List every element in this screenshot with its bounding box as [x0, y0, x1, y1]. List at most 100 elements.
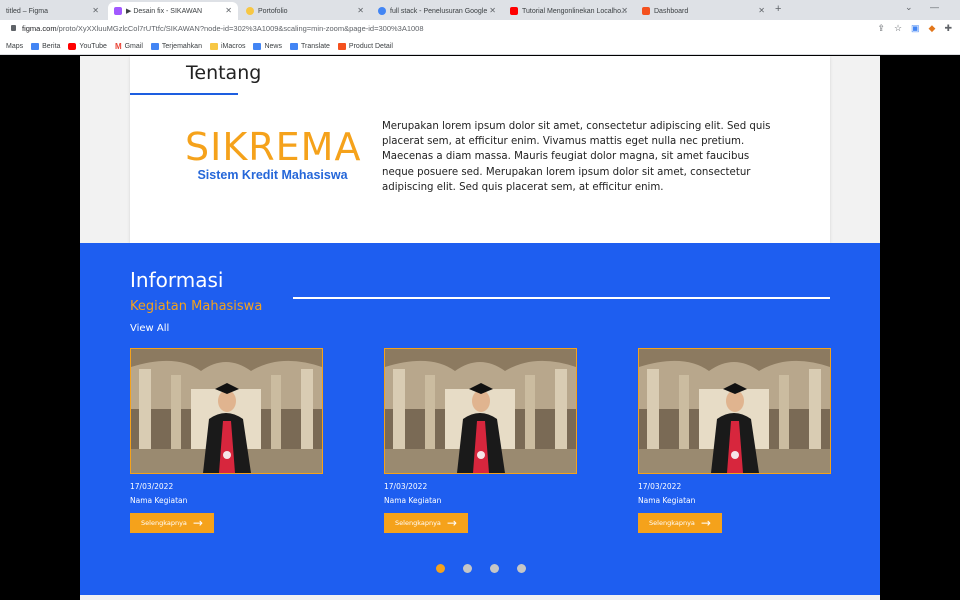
close-icon[interactable]: ✕	[225, 6, 232, 15]
button-label: Selengkapnya	[649, 519, 695, 527]
tab-tutorial[interactable]: Tutorial Mengonlinekan Localho... ✕	[504, 2, 634, 20]
translate-icon	[290, 42, 298, 50]
tab-label: titled – Figma	[6, 7, 49, 15]
selengkapnya-button[interactable]: Selengkapnya →	[638, 513, 722, 533]
share-icon[interactable]: ⇪	[877, 23, 885, 34]
informasi-section: Informasi Kegiatan Mahasiswa View All 17…	[80, 243, 880, 595]
new-tab-icon[interactable]: +	[775, 3, 781, 15]
bookmark-product-detail[interactable]: Product Detail	[337, 42, 393, 50]
translate-icon[interactable]: ▣	[911, 23, 920, 34]
carousel-dot[interactable]	[490, 564, 499, 573]
news-icon	[253, 42, 262, 50]
footer-edge	[80, 595, 880, 600]
event-card: 17/03/2022 Nama Kegiatan Selengkapnya →	[130, 348, 323, 533]
translate-icon	[150, 42, 159, 50]
bookmark-label: Gmail	[124, 42, 143, 50]
tab-label: ▶ Desain fix - SIKAWAN	[126, 8, 203, 15]
google-icon	[378, 7, 386, 15]
chevron-down-icon[interactable]: ⌄	[905, 2, 913, 13]
graduate-photo	[384, 348, 577, 474]
close-icon[interactable]: ✕	[489, 6, 496, 15]
event-card: 17/03/2022 Nama Kegiatan Selengkapnya →	[638, 348, 831, 533]
carousel-dot[interactable]	[517, 564, 526, 573]
bookmark-gmail[interactable]: M Gmail	[115, 42, 143, 51]
graduate-photo	[638, 348, 831, 474]
page-frame: Tentang SIKREMA Sistem Kredit Mahasiswa …	[80, 56, 880, 600]
bookmark-label: News	[264, 42, 282, 50]
puzzle-icon[interactable]: ✚	[944, 23, 952, 34]
bookmarks-bar: Maps Berita YouTube M Gmail Terjemahkan i…	[0, 38, 960, 55]
url-host: figma.com	[22, 24, 57, 33]
informasi-subtitle: Kegiatan Mahasiswa	[130, 299, 263, 314]
youtube-icon	[510, 7, 518, 15]
event-name: Nama Kegiatan	[384, 496, 442, 505]
tab-google[interactable]: full stack - Penelusuran Google ✕	[372, 2, 502, 20]
gmail-icon: M	[114, 41, 122, 51]
bookmark-label: Terjemahkan	[161, 42, 202, 50]
url-path: /proto/XyXXluuMGzlcCol7rUTtfc/SIKAWAN?no…	[56, 24, 424, 33]
close-icon[interactable]: ✕	[92, 6, 99, 15]
url-text[interactable]: figma.com/proto/XyXXluuMGzlcCol7rUTtfc/S…	[22, 24, 424, 33]
tab-label: Portofolio	[258, 7, 288, 15]
event-date: 17/03/2022	[384, 482, 428, 491]
close-icon[interactable]: ✕	[758, 6, 765, 15]
news-icon	[31, 42, 40, 50]
address-bar[interactable]: figma.com/proto/XyXXluuMGzlcCol7rUTtfc/S…	[0, 20, 960, 38]
event-date: 17/03/2022	[638, 482, 682, 491]
close-icon[interactable]: ✕	[621, 6, 628, 15]
figma-prototype-viewport: Tentang SIKREMA Sistem Kredit Mahasiswa …	[0, 56, 960, 600]
carousel-dots	[436, 564, 526, 573]
carousel-dot-active[interactable]	[436, 564, 445, 573]
arrow-right-icon: →	[192, 516, 203, 530]
bookmark-berita[interactable]: Berita	[31, 42, 61, 50]
tab-label: full stack - Penelusuran Google	[390, 7, 488, 15]
event-card: 17/03/2022 Nama Kegiatan Selengkapnya →	[384, 348, 577, 533]
dashboard-icon	[642, 7, 650, 15]
bookmark-imacros[interactable]: iMacros	[209, 42, 246, 50]
lock-icon	[11, 25, 16, 31]
bookmark-terjemahkan[interactable]: Terjemahkan	[150, 42, 202, 50]
address-bar-icons: ⇪ ☆ ▣ ◆ ✚	[877, 23, 952, 34]
title-underline	[130, 93, 238, 95]
arrow-right-icon: →	[446, 516, 457, 530]
arrow-right-icon: →	[700, 516, 711, 530]
tab-figma[interactable]: titled – Figma ✕	[0, 2, 105, 20]
close-icon[interactable]: ✕	[357, 6, 364, 15]
minimize-icon[interactable]: —	[930, 2, 939, 12]
about-description: Merupakan lorem ipsum dolor sit amet, co…	[382, 121, 771, 193]
selengkapnya-button[interactable]: Selengkapnya →	[384, 513, 468, 533]
bookmark-news[interactable]: News	[253, 42, 282, 50]
graduate-photo	[130, 348, 323, 474]
figma-icon	[114, 7, 122, 15]
bookmark-youtube[interactable]: YouTube	[68, 42, 107, 50]
browser-tab-bar: titled – Figma ✕ ▶ Desain fix - SIKAWAN …	[0, 0, 960, 20]
tab-desain[interactable]: ▶ Desain fix - SIKAWAN ✕	[108, 2, 238, 20]
selengkapnya-button[interactable]: Selengkapnya →	[130, 513, 214, 533]
tab-label: Dashboard	[654, 7, 689, 15]
star-icon[interactable]: ☆	[894, 23, 902, 34]
youtube-icon	[68, 42, 77, 50]
button-label: Selengkapnya	[395, 519, 441, 527]
view-all-link[interactable]: View All	[130, 323, 169, 334]
bookmark-label: YouTube	[79, 42, 107, 50]
bookmark-label: Product Detail	[348, 42, 393, 50]
informasi-title: Informasi	[130, 268, 224, 292]
imacros-icon	[209, 42, 218, 50]
tab-dashboard[interactable]: Dashboard ✕	[636, 2, 771, 20]
extension-fox-icon[interactable]: ◆	[929, 23, 936, 34]
bookmark-translate[interactable]: Translate	[290, 42, 330, 50]
product-icon	[337, 42, 346, 50]
bookmark-label: Berita	[42, 42, 61, 50]
carousel-dot[interactable]	[463, 564, 472, 573]
tentang-title: Tentang	[186, 62, 262, 84]
tentang-card: Tentang SIKREMA Sistem Kredit Mahasiswa …	[130, 56, 830, 243]
bookmark-label: iMacros	[220, 42, 246, 50]
bookmark-maps[interactable]: Maps	[6, 43, 23, 50]
button-label: Selengkapnya	[141, 519, 187, 527]
event-date: 17/03/2022	[130, 482, 174, 491]
tab-portofolio[interactable]: Portofolio ✕	[240, 2, 370, 20]
bookmark-label: Maps	[6, 42, 24, 50]
event-name: Nama Kegiatan	[638, 496, 696, 505]
tab-label: Tutorial Mengonlinekan Localho...	[522, 7, 627, 15]
portofolio-icon	[246, 7, 254, 15]
